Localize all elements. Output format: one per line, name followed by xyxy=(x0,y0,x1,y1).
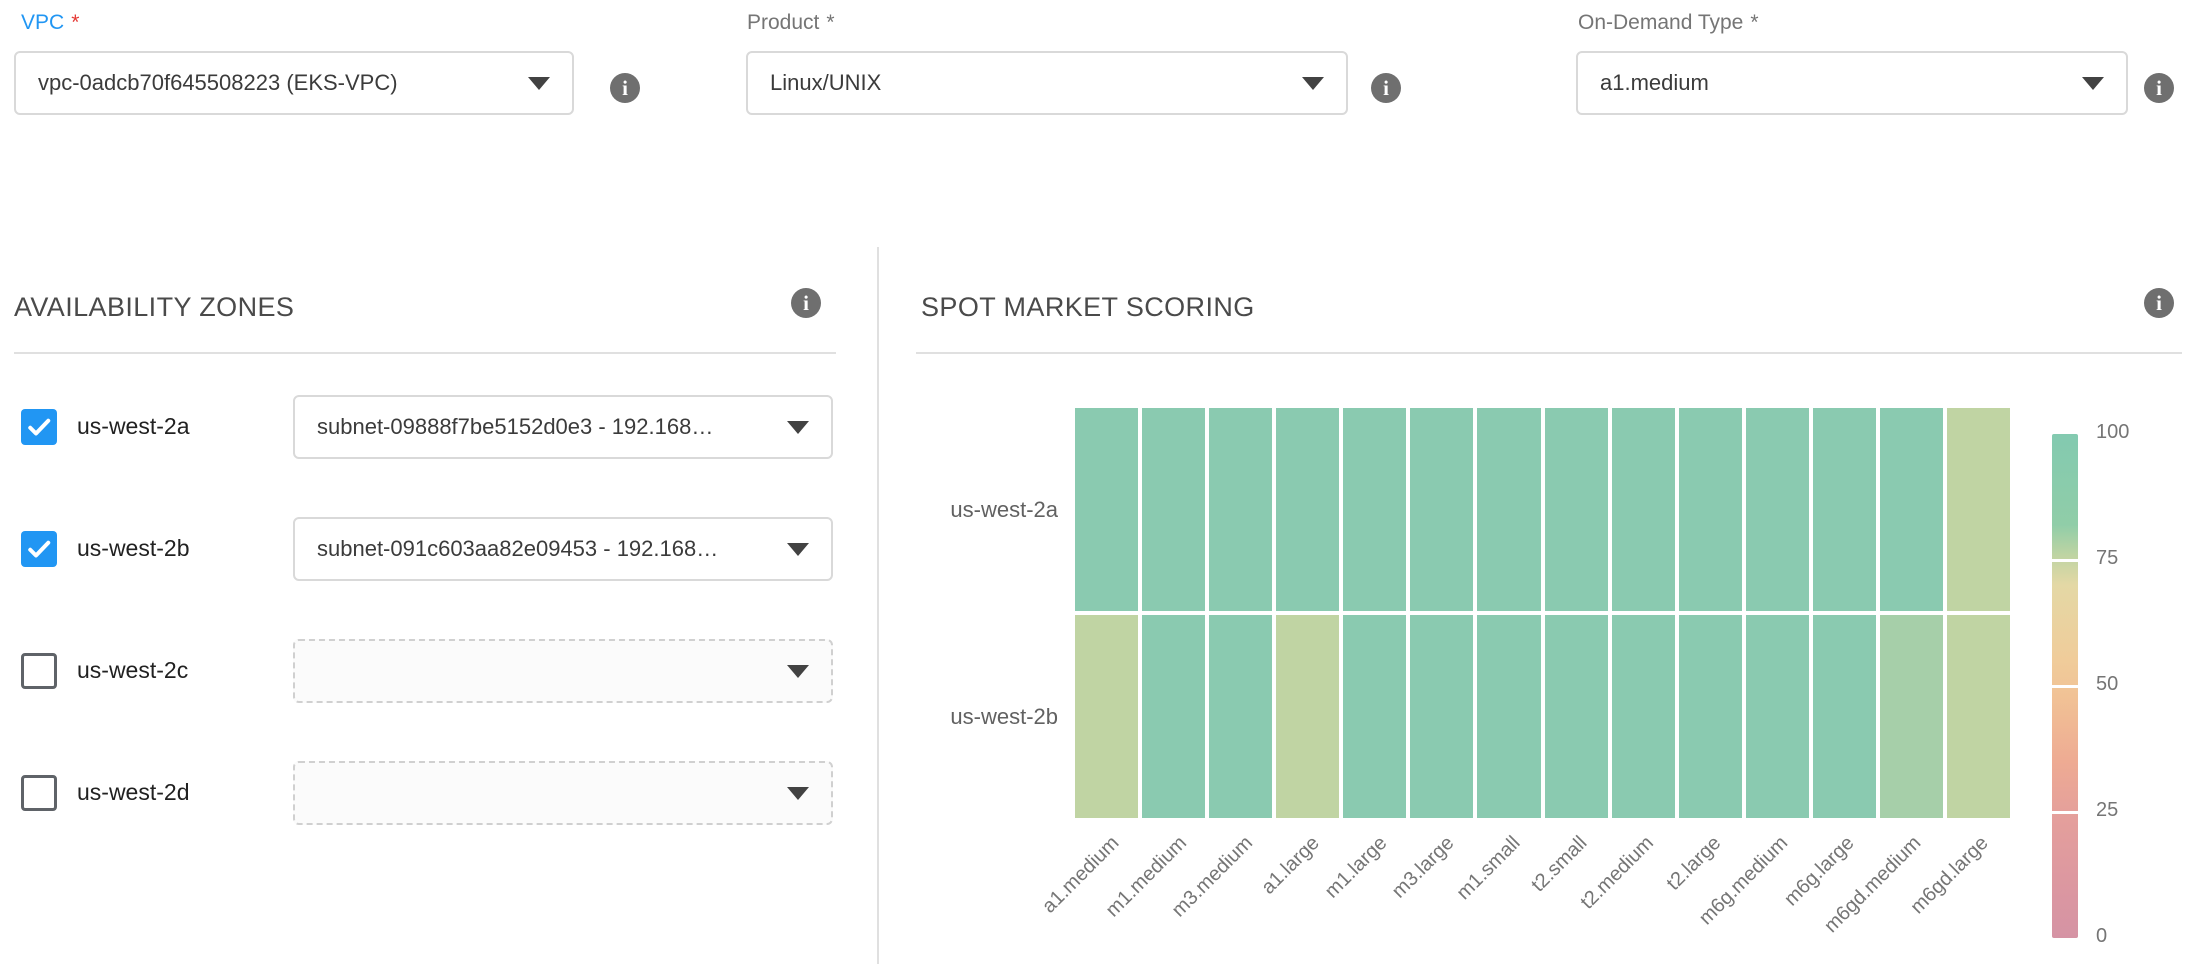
color-scale-gap xyxy=(2052,559,2078,562)
heatmap-cell xyxy=(1947,408,2010,611)
on-demand-type-select-value: a1.medium xyxy=(1600,70,2066,96)
heatmap-cell xyxy=(1477,408,1540,611)
heatmap-cell xyxy=(1880,615,1943,818)
color-scale-gap xyxy=(2052,811,2078,814)
product-select[interactable]: Linux/UNIX xyxy=(746,51,1348,115)
heatmap-cell xyxy=(1947,615,2010,818)
color-scale-tick: 50 xyxy=(2096,673,2118,696)
heatmap-cell xyxy=(1679,408,1742,611)
subnet-select-us-west-2c[interactable] xyxy=(293,639,833,703)
on-demand-type-label-text: On-Demand Type xyxy=(1578,11,1743,34)
chevron-down-icon xyxy=(787,665,809,678)
product-label-text: Product xyxy=(747,11,819,34)
az-checkbox-us-west-2a[interactable] xyxy=(21,409,57,445)
chevron-down-icon xyxy=(2082,77,2104,90)
section-underline xyxy=(916,352,2182,354)
heatmap-cell xyxy=(1612,408,1675,611)
y-axis-label: us-west-2b xyxy=(868,704,1058,730)
spot-market-info-icon[interactable]: i xyxy=(2144,288,2174,318)
check-icon xyxy=(24,534,54,564)
az-zone-label: us-west-2b xyxy=(77,535,189,562)
heatmap-cell xyxy=(1410,408,1473,611)
y-axis-label: us-west-2a xyxy=(868,497,1058,523)
az-checkbox-us-west-2c[interactable] xyxy=(21,653,57,689)
check-icon xyxy=(24,412,54,442)
az-zone-label: us-west-2d xyxy=(77,779,189,806)
required-asterisk: * xyxy=(1750,11,1758,34)
heatmap-cell xyxy=(1209,408,1272,611)
heatmap-cell xyxy=(1813,408,1876,611)
on-demand-type-select[interactable]: a1.medium xyxy=(1576,51,2128,115)
subnet-select-us-west-2d[interactable] xyxy=(293,761,833,825)
heatmap-cell xyxy=(1276,615,1339,818)
chevron-down-icon xyxy=(528,77,550,90)
color-scale-tick: 75 xyxy=(2096,547,2118,570)
color-scale-gap xyxy=(2052,685,2078,688)
heatmap-cell xyxy=(1612,615,1675,818)
on-demand-type-info-icon[interactable]: i xyxy=(2144,73,2174,103)
spot-market-scoring-title: SPOT MARKET SCORING xyxy=(921,292,1255,323)
heatmap-cell xyxy=(1746,408,1809,611)
heatmap-cell xyxy=(1343,408,1406,611)
chevron-down-icon xyxy=(787,787,809,800)
heatmap-cell xyxy=(1276,408,1339,611)
availability-zones-title: AVAILABILITY ZONES xyxy=(14,292,294,323)
az-zone-label: us-west-2a xyxy=(77,413,189,440)
required-asterisk: * xyxy=(71,11,79,34)
chevron-down-icon xyxy=(787,421,809,434)
vertical-divider xyxy=(877,247,879,964)
x-axis-label: t2.small xyxy=(1527,832,1592,897)
chevron-down-icon xyxy=(1302,77,1324,90)
color-scale-tick: 100 xyxy=(2096,421,2129,444)
x-axis-label: m1.small xyxy=(1453,832,1526,905)
heatmap-cell xyxy=(1545,408,1608,611)
required-asterisk: * xyxy=(826,11,834,34)
heatmap-cell xyxy=(1679,615,1742,818)
heatmap-x-axis: a1.mediumm1.mediumm3.mediuma1.largem1.la… xyxy=(1075,824,2010,964)
heatmap-cell xyxy=(1746,615,1809,818)
az-checkbox-us-west-2d[interactable] xyxy=(21,775,57,811)
vpc-select[interactable]: vpc-0adcb70f645508223 (EKS-VPC) xyxy=(14,51,574,115)
heatmap-cell xyxy=(1880,408,1943,611)
heatmap-cell xyxy=(1813,615,1876,818)
heatmap-grid xyxy=(1075,408,2010,818)
x-axis-label: m1.large xyxy=(1321,832,1392,903)
vpc-label-text: VPC xyxy=(21,11,64,34)
az-zone-label: us-west-2c xyxy=(77,657,188,684)
vpc-select-value: vpc-0adcb70f645508223 (EKS-VPC) xyxy=(38,70,512,96)
subnet-select-us-west-2a[interactable]: subnet-09888f7be5152d0e3 - 192.168… xyxy=(293,395,833,459)
subnet-select-value: subnet-09888f7be5152d0e3 - 192.168… xyxy=(317,414,771,440)
vpc-info-icon[interactable]: i xyxy=(610,73,640,103)
heatmap-cell xyxy=(1477,615,1540,818)
heatmap-cell xyxy=(1209,615,1272,818)
heatmap-cell xyxy=(1142,615,1205,818)
spot-instance-config-page: VPC * vpc-0adcb70f645508223 (EKS-VPC) i P… xyxy=(0,0,2196,964)
product-label: Product * xyxy=(747,11,835,35)
az-checkbox-us-west-2b[interactable] xyxy=(21,531,57,567)
product-info-icon[interactable]: i xyxy=(1371,73,1401,103)
x-axis-label: m3.large xyxy=(1387,832,1458,903)
subnet-select-us-west-2b[interactable]: subnet-091c603aa82e09453 - 192.168… xyxy=(293,517,833,581)
product-select-value: Linux/UNIX xyxy=(770,70,1286,96)
heatmap-cell xyxy=(1075,408,1138,611)
subnet-select-value: subnet-091c603aa82e09453 - 192.168… xyxy=(317,536,771,562)
vpc-label: VPC * xyxy=(21,11,79,35)
chevron-down-icon xyxy=(787,543,809,556)
heatmap-cell xyxy=(1343,615,1406,818)
x-axis-label: a1.large xyxy=(1258,832,1325,899)
heatmap-cell xyxy=(1075,615,1138,818)
on-demand-type-label: On-Demand Type * xyxy=(1578,11,1759,35)
color-scale-tick: 0 xyxy=(2096,925,2107,948)
availability-zones-info-icon[interactable]: i xyxy=(791,288,821,318)
heatmap-cell xyxy=(1545,615,1608,818)
x-axis-label: t2.large xyxy=(1662,832,1725,895)
section-underline xyxy=(14,352,836,354)
heatmap-cell xyxy=(1142,408,1205,611)
heatmap-cell xyxy=(1410,615,1473,818)
color-scale-tick: 25 xyxy=(2096,799,2118,822)
